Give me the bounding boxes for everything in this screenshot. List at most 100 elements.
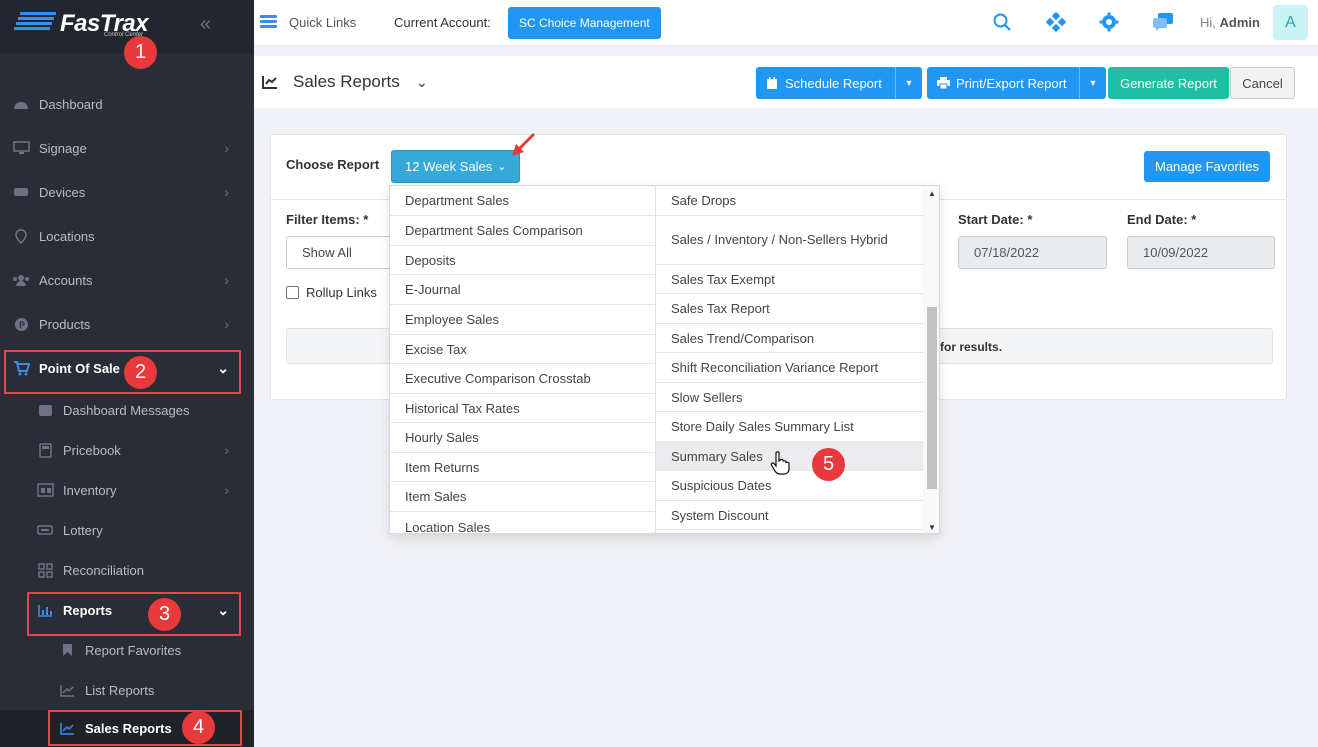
report-option[interactable]: Historical Tax Rates (390, 394, 655, 423)
sidebar-item-dashboard[interactable]: Dashboard (0, 84, 254, 124)
sidebar-item-dashboard-messages[interactable]: Dashboard Messages (0, 390, 254, 430)
chevron-right-icon: › (224, 482, 229, 498)
map-pin-icon (12, 227, 30, 245)
manage-favorites-button[interactable]: Manage Favorites (1144, 151, 1271, 182)
users-icon (12, 271, 30, 289)
scroll-down-icon[interactable]: ▼ (928, 523, 936, 532)
filter-items-select[interactable]: Show All (286, 236, 406, 269)
report-option[interactable]: Location Sales (390, 512, 655, 534)
report-option[interactable]: Hourly Sales (390, 423, 655, 453)
report-option[interactable]: Shift Reconciliation Variance Report (656, 353, 923, 383)
monitor-icon (12, 139, 30, 157)
report-option[interactable]: Deposits (390, 246, 655, 275)
scroll-up-icon[interactable]: ▲ (928, 189, 936, 198)
caret-down-icon[interactable]: ▾ (895, 67, 922, 99)
sidebar-item-label: Sales Reports (85, 721, 172, 736)
report-option[interactable]: Suspicious Dates (656, 471, 923, 501)
sidebar-item-label: Accounts (39, 272, 93, 288)
report-option[interactable]: Item Sales (390, 482, 655, 512)
avatar[interactable]: A (1273, 5, 1308, 40)
report-option[interactable]: Sales Tax Exempt (656, 265, 923, 294)
report-option[interactable]: System Discount (656, 501, 923, 530)
chevron-down-icon: ⌄ (217, 359, 229, 376)
sidebar: FasTrax Control Center « Dashboard Signa… (0, 0, 254, 747)
scrollbar-thumb[interactable] (927, 307, 937, 489)
grid-icon (36, 561, 54, 579)
report-option[interactable]: Department Sales Comparison (390, 216, 655, 246)
report-option[interactable]: Sales Tax Report (656, 294, 923, 324)
report-option[interactable]: Department Sales (390, 186, 655, 216)
sidebar-item-products[interactable]: P Products › (0, 304, 254, 344)
line-chart-icon (262, 75, 278, 92)
chevron-down-icon[interactable]: ⌄ (416, 74, 428, 91)
print-export-button[interactable]: Print/Export Report ▾ (927, 67, 1106, 99)
report-option[interactable]: Sales Trend/Comparison (656, 324, 923, 353)
chat-icon[interactable] (1152, 11, 1174, 33)
results-hint: e for results. (930, 340, 1003, 354)
sidebar-item-label: Reconciliation (63, 562, 144, 578)
apps-icon[interactable] (1045, 11, 1067, 33)
step-badge: 1 (124, 36, 157, 69)
sidebar-item-lottery[interactable]: Lottery (0, 510, 254, 550)
sidebar-item-locations[interactable]: Locations (0, 216, 254, 256)
calculator-icon (36, 441, 54, 459)
chevron-down-icon: ⌄ (497, 161, 507, 173)
report-option[interactable]: Item Returns (390, 453, 655, 482)
logo[interactable]: FasTrax Control Center (14, 8, 149, 40)
rollup-links-checkbox[interactable]: Rollup Links (286, 285, 377, 300)
report-option[interactable]: Employee Sales (390, 305, 655, 335)
sidebar-item-devices[interactable]: Devices › (0, 172, 254, 212)
menu-icon[interactable] (260, 15, 277, 29)
start-date-label: Start Date: * (958, 212, 1033, 227)
dropdown-scrollbar[interactable]: ▲ ▼ (923, 186, 939, 533)
username: Admin (1219, 15, 1260, 30)
current-account-label: Current Account: (394, 15, 491, 30)
dashboard-icon (12, 95, 30, 113)
end-date-field[interactable]: 10/09/2022 (1127, 236, 1275, 269)
caret-down-icon[interactable]: ▾ (1079, 67, 1106, 99)
sidebar-item-label: Reports (63, 602, 113, 618)
sidebar-item-reports[interactable]: Reports ⌄ (0, 590, 254, 630)
cancel-button[interactable]: Cancel (1230, 67, 1295, 99)
sidebar-item-report-favorites[interactable]: Report Favorites (0, 630, 254, 670)
report-option[interactable]: E-Journal (390, 275, 655, 305)
schedule-report-button[interactable]: Schedule Report ▾ (756, 67, 922, 99)
report-list-left: Department Sales Department Sales Compar… (390, 186, 656, 534)
step-badge: 4 (182, 711, 215, 744)
sidebar-item-accounts[interactable]: Accounts › (0, 260, 254, 300)
sidebar-item-sales-reports[interactable]: Sales Reports (0, 710, 254, 747)
report-option[interactable]: Sales / Inventory / Non-Sellers Hybrid (656, 216, 923, 265)
start-date-field[interactable]: 07/18/2022 (958, 236, 1107, 269)
report-dropdown-menu: Department Sales Department Sales Compar… (389, 185, 940, 534)
report-option[interactable]: Executive Comparison Crosstab (390, 364, 655, 394)
report-option[interactable]: Store Daily Sales Summary List (656, 412, 923, 442)
quick-links[interactable]: Quick Links (289, 15, 356, 30)
report-option[interactable]: Safe Drops (656, 186, 923, 216)
sidebar-item-label: Report Favorites (85, 642, 182, 658)
report-option[interactable]: Slow Sellers (656, 383, 923, 412)
current-account-button[interactable]: SC Choice Management (508, 7, 661, 39)
report-option[interactable]: Excise Tax (390, 335, 655, 364)
page-title: Sales Reports (293, 72, 400, 91)
chevron-down-icon: ⌄ (217, 601, 229, 618)
end-date-label: End Date: * (1127, 212, 1197, 227)
generate-report-button[interactable]: Generate Report (1108, 67, 1229, 99)
sidebar-item-list-reports[interactable]: List Reports (0, 670, 254, 710)
gear-icon[interactable] (1098, 11, 1120, 33)
sidebar-item-inventory[interactable]: Inventory › (0, 470, 254, 510)
sidebar-item-reconciliation[interactable]: Reconciliation (0, 550, 254, 590)
cart-icon (12, 359, 30, 377)
line-chart-icon (58, 681, 76, 699)
greeting: Hi, Admin (1200, 15, 1260, 30)
checkbox[interactable] (286, 286, 299, 299)
chevron-right-icon: › (224, 272, 229, 288)
annotation-arrow (512, 132, 536, 156)
choose-report-dropdown[interactable]: 12 Week Sales ⌄ (391, 150, 521, 183)
search-icon[interactable] (991, 11, 1013, 33)
sidebar-item-signage[interactable]: Signage › (0, 128, 254, 168)
choose-report-value: 12 Week Sales (405, 159, 493, 174)
devices-icon (12, 183, 30, 201)
sidebar-item-pricebook[interactable]: Pricebook › (0, 430, 254, 470)
chevron-right-icon: › (224, 442, 229, 458)
collapse-sidebar-icon[interactable]: « (200, 13, 211, 36)
